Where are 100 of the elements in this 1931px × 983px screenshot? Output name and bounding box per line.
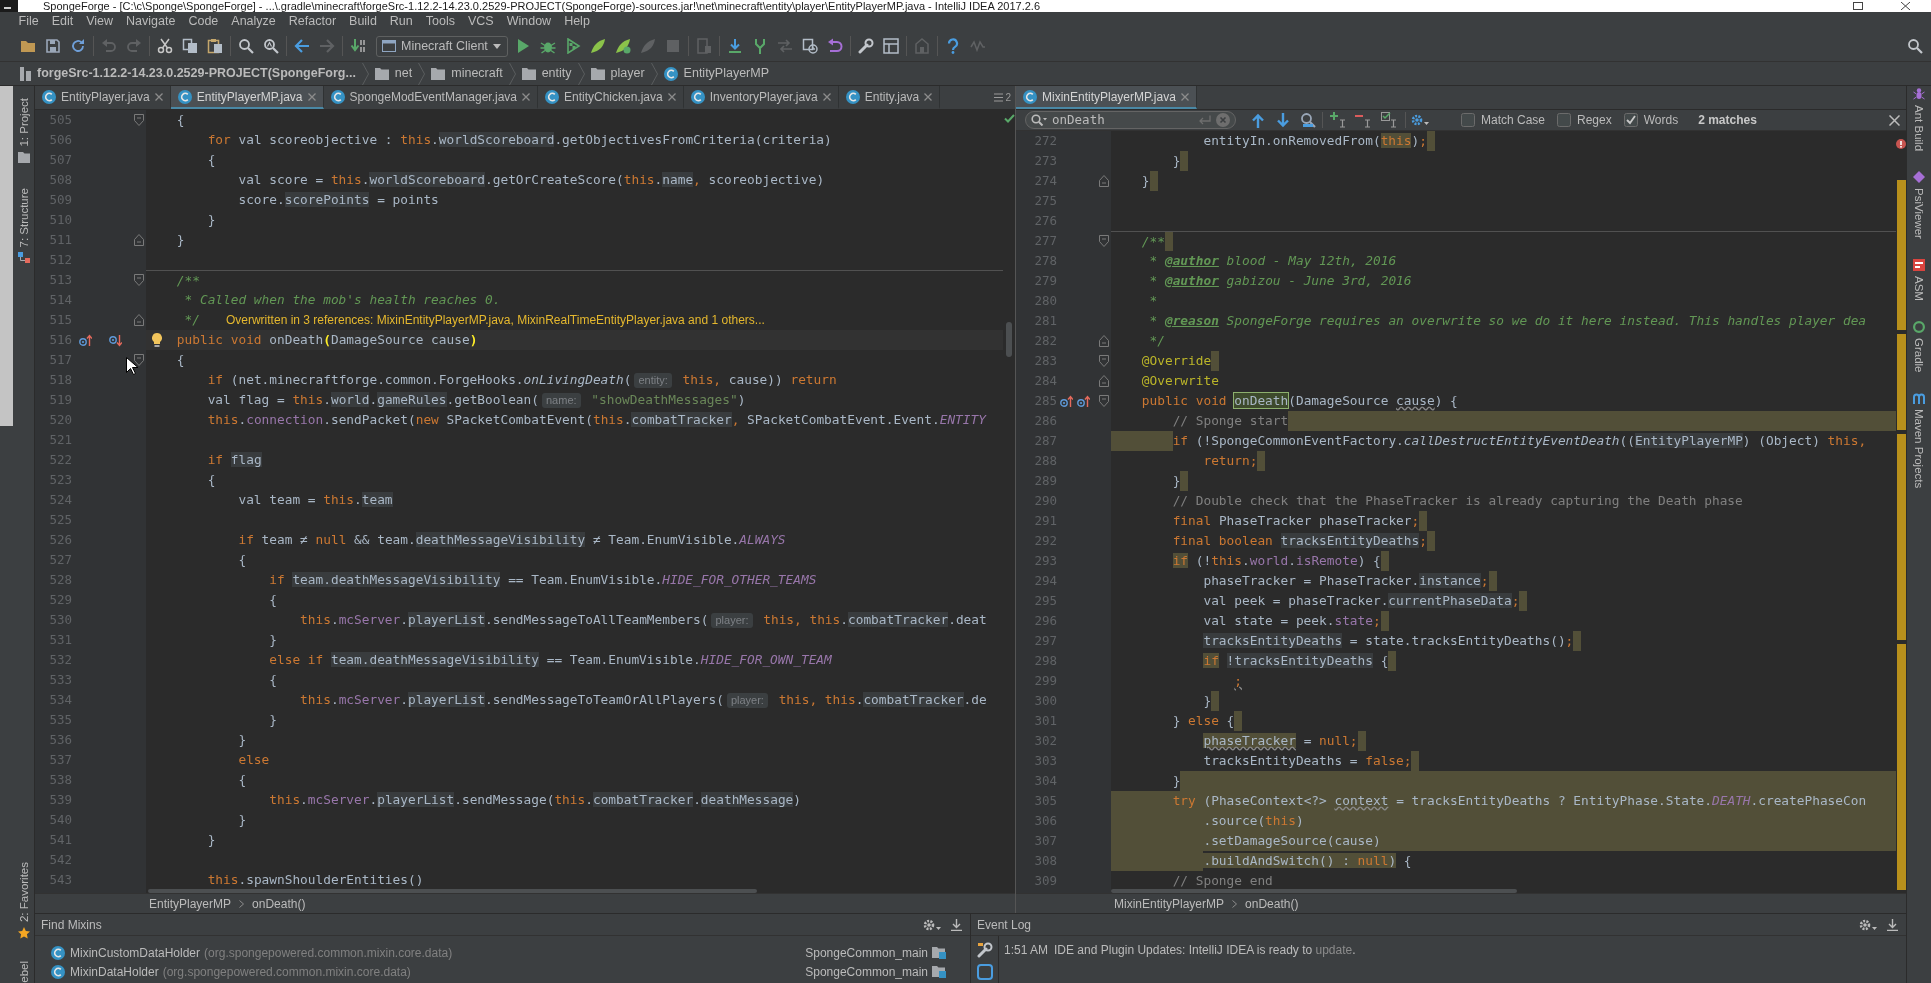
download-icon[interactable] bbox=[727, 38, 744, 54]
scissors-icon[interactable] bbox=[156, 38, 173, 54]
clipboard-icon[interactable] bbox=[206, 38, 223, 54]
breadcrumb-item[interactable]: player bbox=[610, 64, 645, 83]
fold-icon[interactable] bbox=[1099, 355, 1109, 367]
change-marker[interactable] bbox=[1896, 434, 1906, 640]
checkbox-label[interactable]: Regex bbox=[1577, 111, 1612, 129]
menu-item[interactable]: Refactor bbox=[282, 12, 343, 31]
find-all-icon[interactable] bbox=[1300, 112, 1316, 128]
fold-icon[interactable] bbox=[1099, 335, 1109, 347]
fold-icon[interactable] bbox=[134, 354, 144, 366]
error-icon[interactable] bbox=[1896, 139, 1906, 149]
breadcrumb-item[interactable]: minecraft bbox=[451, 64, 503, 83]
checkbox-label[interactable]: Words bbox=[1643, 111, 1679, 129]
breadcrumb-item[interactable]: EntityPlayerMP bbox=[683, 64, 770, 83]
fold-icon[interactable] bbox=[1099, 375, 1109, 387]
fold-icon[interactable] bbox=[134, 234, 144, 246]
menu-item[interactable]: Help bbox=[557, 12, 597, 31]
hide-icon[interactable] bbox=[1887, 918, 1898, 931]
menu-item[interactable]: VCS bbox=[461, 12, 501, 31]
curved-arrow-icon[interactable] bbox=[827, 38, 844, 54]
check-icon[interactable] bbox=[1003, 114, 1015, 123]
editor-tab[interactable]: InventoryPlayer.java bbox=[683, 86, 839, 109]
save-icon[interactable] bbox=[44, 38, 61, 54]
breadcrumb-item[interactable]: onDeath() bbox=[1245, 894, 1299, 913]
fold-icon[interactable] bbox=[1099, 175, 1109, 187]
sync-icon[interactable] bbox=[69, 38, 86, 54]
circle-arrow-down-icon[interactable] bbox=[109, 333, 122, 347]
breadcrumb-item[interactable]: entity bbox=[541, 64, 572, 83]
menu-item[interactable]: View bbox=[79, 12, 120, 31]
clear-icon[interactable] bbox=[1216, 113, 1230, 127]
breadcrumb-item[interactable]: EntityPlayerMP bbox=[149, 894, 232, 913]
tool-window-button[interactable]: 2: Favorites bbox=[16, 862, 31, 940]
remove-selection-icon[interactable] bbox=[1355, 112, 1371, 128]
fold-icon[interactable] bbox=[134, 114, 144, 126]
layout-icon[interactable] bbox=[883, 38, 900, 54]
menu-item[interactable]: Analyze bbox=[224, 12, 283, 31]
editor-tab[interactable]: EntityPlayer.java bbox=[35, 86, 171, 109]
close-icon[interactable] bbox=[1889, 114, 1900, 126]
menu-item[interactable]: Run bbox=[383, 12, 420, 31]
tool-window-button[interactable]: Gradle bbox=[1912, 320, 1926, 373]
search-field[interactable]: onDeath bbox=[1025, 111, 1236, 129]
checkbox[interactable] bbox=[1461, 113, 1475, 127]
arrow-down-icon[interactable] bbox=[1276, 112, 1290, 128]
fold-icon[interactable] bbox=[134, 314, 144, 326]
settings-icon[interactable] bbox=[1411, 113, 1429, 127]
close-icon[interactable] bbox=[1901, 2, 1910, 10]
editor-tab[interactable]: EntityChicken.java bbox=[538, 86, 684, 109]
editor-tab[interactable]: Entity.java bbox=[838, 86, 941, 109]
checkbox-label[interactable]: Match Case bbox=[1481, 111, 1546, 129]
tool-window-button[interactable]: PsiViewer bbox=[1912, 171, 1926, 239]
menu-item[interactable]: Navigate bbox=[119, 12, 182, 31]
settings-icon[interactable] bbox=[923, 917, 941, 932]
search-icon[interactable] bbox=[1031, 114, 1047, 126]
coverage-icon[interactable] bbox=[565, 38, 582, 54]
menu-item[interactable]: Edit bbox=[45, 12, 80, 31]
checkbox[interactable] bbox=[1557, 113, 1572, 127]
tool-window-button[interactable]: Maven Projects bbox=[1912, 392, 1926, 489]
menu-item[interactable]: Code bbox=[181, 12, 225, 31]
maximize-icon[interactable] bbox=[1853, 2, 1863, 10]
change-marker[interactable] bbox=[1896, 180, 1906, 330]
tab-list-button[interactable]: 2 bbox=[994, 86, 1015, 109]
menu-item[interactable]: Build bbox=[342, 12, 384, 31]
menu-item[interactable]: Window bbox=[500, 12, 558, 31]
circle-arrow-up-icon[interactable] bbox=[1077, 394, 1090, 408]
hide-icon[interactable] bbox=[951, 918, 962, 931]
breadcrumb-item[interactable]: onDeath() bbox=[252, 894, 306, 913]
folder-icon[interactable] bbox=[19, 38, 36, 54]
fold-icon[interactable] bbox=[1099, 235, 1109, 247]
arrow-up-icon[interactable] bbox=[1251, 112, 1265, 128]
tool-window-button[interactable]: Ant Build bbox=[1912, 88, 1926, 152]
settings-icon[interactable] bbox=[1859, 917, 1877, 932]
breadcrumb-item[interactable]: MixinEntityPlayerMP bbox=[1114, 894, 1225, 913]
history-icon[interactable] bbox=[802, 38, 819, 54]
search-icon[interactable] bbox=[237, 38, 254, 54]
class-name[interactable]: MixinDataHolder bbox=[70, 962, 159, 981]
fold-icon[interactable] bbox=[134, 274, 144, 286]
circle-arrow-up-icon[interactable] bbox=[1060, 394, 1073, 408]
scrollbar-thumb[interactable] bbox=[1006, 322, 1012, 357]
menu-item[interactable]: File bbox=[12, 12, 46, 31]
fold-icon[interactable] bbox=[1099, 395, 1109, 407]
editor-tab[interactable]: MixinEntityPlayerMP.java bbox=[1016, 86, 1197, 109]
wrench-icon[interactable] bbox=[858, 38, 875, 54]
change-marker[interactable] bbox=[1896, 334, 1906, 430]
editor-tab[interactable]: EntityPlayerMP.java bbox=[170, 86, 324, 109]
tool-window-button[interactable]: 1: Project bbox=[16, 98, 31, 164]
lightbulb-icon[interactable] bbox=[152, 333, 162, 347]
tool-window-button[interactable]: 7: Structure bbox=[16, 187, 31, 265]
square-icon[interactable] bbox=[976, 964, 993, 980]
leaf-icon[interactable] bbox=[590, 38, 607, 54]
back-arrow-icon[interactable] bbox=[293, 38, 310, 54]
breadcrumb-item[interactable]: net bbox=[394, 64, 413, 83]
run-configuration-dropdown[interactable]: Minecraft Client bbox=[376, 35, 508, 57]
select-all-occurrences-icon[interactable] bbox=[1381, 112, 1397, 128]
class-name[interactable]: MixinCustomDataHolder bbox=[70, 943, 201, 962]
change-marker[interactable] bbox=[1896, 644, 1906, 890]
scrollbar-thumb[interactable] bbox=[0, 86, 13, 426]
tool-window-button[interactable]: ASM bbox=[1912, 258, 1926, 301]
checkbox[interactable] bbox=[1623, 113, 1638, 127]
build-icon[interactable] bbox=[349, 38, 366, 54]
